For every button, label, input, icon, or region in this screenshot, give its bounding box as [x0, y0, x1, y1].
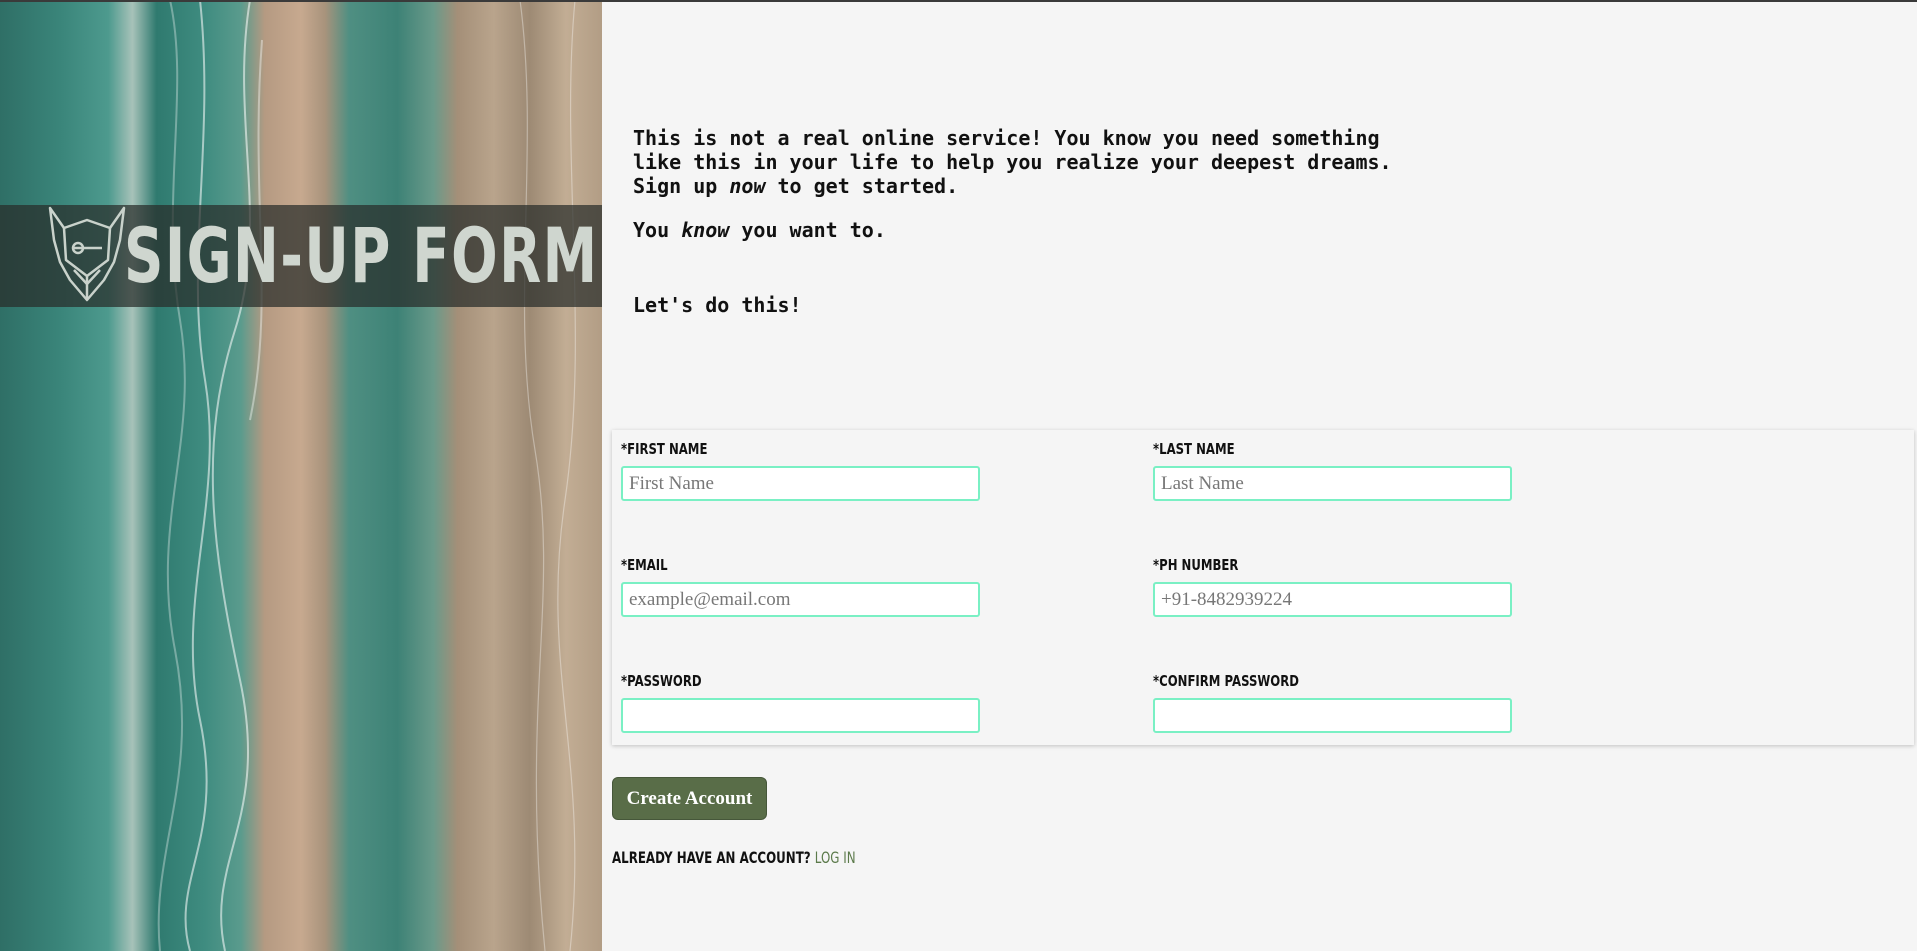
hero-title: SIGN-UP FORM: [124, 211, 599, 300]
beach-aerial-texture: [157, 0, 576, 951]
viking-helmet-icon: [48, 206, 126, 302]
email-label: *Email: [621, 556, 668, 574]
intro-emphasis-know: know: [681, 218, 730, 242]
first-name-input[interactable]: [621, 466, 980, 501]
intro-paragraph-2: You know you want to.: [633, 218, 1533, 242]
intro-emphasis-now: now: [729, 174, 766, 198]
login-prompt-text: Already have an account?: [612, 848, 815, 867]
password-label: *Password: [621, 672, 702, 690]
intro-line-3-start: Sign up: [633, 174, 730, 198]
login-link[interactable]: Log in: [815, 848, 856, 867]
window-top-border: [0, 0, 1917, 2]
first-name-field: *First Name: [621, 439, 980, 501]
first-name-label: *First Name: [621, 440, 708, 458]
intro-text: This is not a real online service! You k…: [633, 126, 1533, 317]
intro-p2-end: you want to.: [729, 218, 886, 242]
email-input[interactable]: [621, 582, 980, 617]
confirm-password-label: *Confirm Password: [1153, 672, 1299, 690]
confirm-password-field: *Confirm Password: [1153, 671, 1512, 733]
password-input[interactable]: [621, 698, 980, 733]
phone-field: *Ph Number: [1153, 555, 1512, 617]
intro-line-2: like this in your life to help you reali…: [633, 150, 1392, 174]
intro-line-3-end: to get started.: [765, 174, 959, 198]
login-prompt: Already have an account? Log in: [612, 848, 856, 867]
email-field: *Email: [621, 555, 980, 617]
last-name-label: *Last Name: [1153, 440, 1235, 458]
create-account-button[interactable]: Create Account: [612, 777, 767, 820]
intro-p2-start: You: [633, 218, 682, 242]
confirm-password-input[interactable]: [1153, 698, 1512, 733]
last-name-input[interactable]: [1153, 466, 1512, 501]
signup-form: *First Name *Last Name *Email *Ph Number…: [612, 430, 1914, 745]
last-name-field: *Last Name: [1153, 439, 1512, 501]
phone-input[interactable]: [1153, 582, 1512, 617]
password-field: *Password: [621, 671, 980, 733]
hero-image-panel: SIGN-UP FORM: [0, 0, 602, 951]
phone-label: *Ph Number: [1153, 556, 1239, 574]
intro-paragraph-1: This is not a real online service! You k…: [633, 126, 1533, 198]
intro-call-to-action: Let's do this!: [633, 293, 802, 317]
intro-line-1: This is not a real online service! You k…: [633, 126, 1380, 150]
